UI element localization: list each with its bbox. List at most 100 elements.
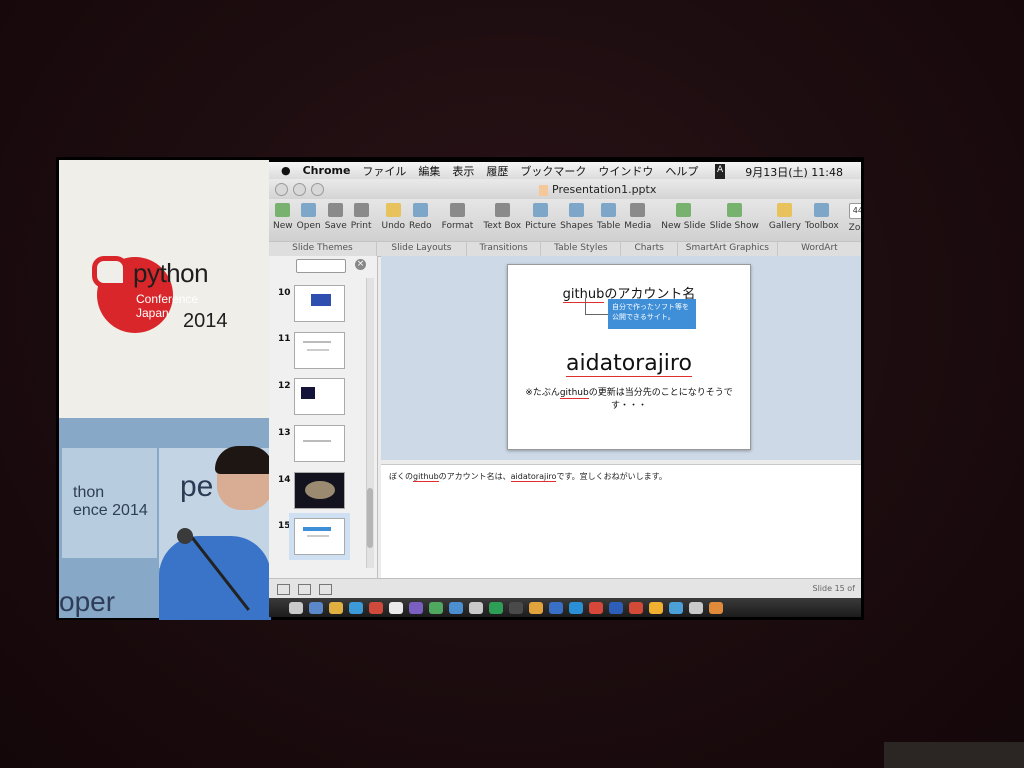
app-icon[interactable] (609, 601, 623, 614)
media-label: Media (624, 221, 652, 231)
gallery-button[interactable]: Gallery (769, 199, 801, 231)
app-icon[interactable] (429, 601, 443, 614)
table-button[interactable]: Table (597, 199, 620, 231)
tab-slide-layouts[interactable]: Slide Layouts (377, 242, 467, 256)
slide-footnote[interactable]: ※たぶんgithubの更新は当分先のことになりそうです・・・ (508, 385, 750, 411)
app-icon[interactable] (669, 601, 683, 614)
save-button[interactable]: Save (325, 199, 347, 231)
speaker-video: thon ence 2014 pe oper (59, 418, 273, 620)
zoom-control[interactable]: 44% Zoom (848, 199, 861, 233)
thumb-number: 14 (278, 475, 291, 485)
menu-status-area: A 9月13日(土) 11:48 (715, 164, 855, 180)
app-icon[interactable] (349, 601, 363, 614)
redo-button[interactable]: Redo (409, 199, 432, 231)
zoom-window-button[interactable] (311, 183, 324, 196)
slide-thumbnail-12[interactable] (294, 378, 345, 415)
open-button[interactable]: Open (297, 199, 321, 231)
app-icon[interactable] (549, 601, 563, 614)
callout-box[interactable]: 自分で作ったソフト等を公開できるサイト。 (608, 299, 696, 329)
print-button[interactable]: Print (351, 199, 371, 231)
format-brush-icon (449, 203, 465, 217)
speaker-notes[interactable]: ぼくのgithubのアカウント名は、aidatorajiroです。宜しくおねがい… (381, 464, 861, 579)
slide-thumbnail-10[interactable] (294, 285, 345, 322)
normal-view-icon[interactable] (277, 584, 290, 595)
save-label: Save (324, 221, 347, 231)
floor-light (884, 742, 1024, 768)
new-slide-label: New Slide (661, 221, 706, 231)
thumbnail-scrollbar-thumb[interactable] (367, 488, 373, 548)
app-icon[interactable] (509, 601, 523, 614)
menu-item-history[interactable]: 履歴 (486, 163, 508, 179)
menu-item-edit[interactable]: 編集 (418, 163, 440, 179)
menu-clock[interactable]: 9月13日(土) 11:48 (745, 164, 843, 180)
slide-thumbnail-14[interactable] (294, 472, 345, 509)
callout-connector (585, 298, 610, 315)
app-icon[interactable] (409, 601, 423, 614)
app-icon[interactable] (569, 601, 583, 614)
slide-note-suffix: の更新は当分先のことになりそうです・・・ (588, 388, 733, 411)
slide-account-name[interactable]: aidatorajiro (508, 351, 750, 377)
pane-view-toggle[interactable] (296, 259, 346, 273)
slide-count: Slide 15 of (812, 584, 856, 593)
slide-thumbnail-11[interactable] (294, 332, 345, 369)
picture-button[interactable]: Picture (525, 199, 556, 231)
ribbon-tabs: Slide Themes Slide Layouts Transitions T… (269, 241, 861, 257)
pane-close-icon[interactable]: × (355, 259, 366, 270)
app-icon[interactable] (389, 601, 403, 614)
presenter-view-icon[interactable] (319, 584, 332, 595)
current-slide[interactable]: githubのアカウント名 自分で作ったソフト等を公開できるサイト。 aidat… (507, 264, 751, 450)
app-icon[interactable] (449, 601, 463, 614)
menu-app-name[interactable]: Chrome (303, 164, 351, 177)
conference-logo-panel: python Conference Japan 2014 (59, 160, 269, 418)
menu-item-bookmarks[interactable]: ブックマーク (520, 163, 586, 179)
tab-table-styles[interactable]: Table Styles (541, 242, 622, 256)
new-slide-button[interactable]: New Slide (661, 199, 706, 231)
app-icon[interactable] (589, 601, 603, 614)
save-icon (328, 203, 344, 217)
new-slide-icon (676, 203, 691, 217)
slide-thumbnail-13[interactable] (294, 425, 345, 462)
app-icon[interactable] (649, 601, 663, 614)
app-icon[interactable] (309, 601, 323, 614)
app-icon[interactable] (329, 601, 343, 614)
apple-icon[interactable]: ● (281, 164, 291, 177)
window-title-bar[interactable]: Presentation1.pptx (269, 179, 861, 199)
minimize-window-button[interactable] (293, 183, 306, 196)
tab-slide-themes[interactable]: Slide Themes (269, 242, 377, 256)
app-icon[interactable] (369, 601, 383, 614)
media-button[interactable]: Media (624, 199, 651, 231)
text-box-button[interactable]: Text Box (483, 199, 521, 231)
app-icon[interactable] (469, 601, 483, 614)
slide-show-button[interactable]: Slide Show (710, 199, 759, 231)
input-method-icon[interactable]: A (715, 164, 726, 180)
finder-icon[interactable] (289, 601, 303, 614)
app-icon[interactable] (709, 601, 723, 614)
tab-smartart-graphics[interactable]: SmartArt Graphics (678, 242, 778, 256)
app-icon[interactable] (489, 601, 503, 614)
format-button[interactable]: Format (442, 199, 473, 231)
tab-transitions[interactable]: Transitions (467, 242, 542, 256)
toolbox-button[interactable]: Toolbox (805, 199, 839, 231)
thumb-number: 15 (278, 521, 291, 531)
close-window-button[interactable] (275, 183, 288, 196)
app-icon[interactable] (629, 601, 643, 614)
app-icon[interactable] (529, 601, 543, 614)
tab-wordart[interactable]: WordArt (778, 242, 861, 256)
shapes-button[interactable]: Shapes (560, 199, 593, 231)
app-icon[interactable] (689, 601, 703, 614)
new-button[interactable]: New (273, 199, 293, 231)
slide-sorter-icon[interactable] (298, 584, 311, 595)
banner-text-right: pe (180, 470, 214, 503)
menu-item-help[interactable]: ヘルプ (665, 163, 698, 179)
logo-word: python (133, 258, 209, 288)
menu-item-window[interactable]: ウインドウ (598, 163, 653, 179)
menu-item-file[interactable]: ファイル (362, 163, 406, 179)
shapes-label: Shapes (560, 221, 593, 231)
new-label: New (273, 221, 293, 231)
toolbox-icon (814, 203, 830, 217)
zoom-value[interactable]: 44% (848, 203, 861, 219)
undo-button[interactable]: Undo (381, 199, 405, 231)
slide-thumbnail-15[interactable] (294, 518, 345, 555)
menu-item-view[interactable]: 表示 (452, 163, 474, 179)
tab-charts[interactable]: Charts (621, 242, 678, 256)
